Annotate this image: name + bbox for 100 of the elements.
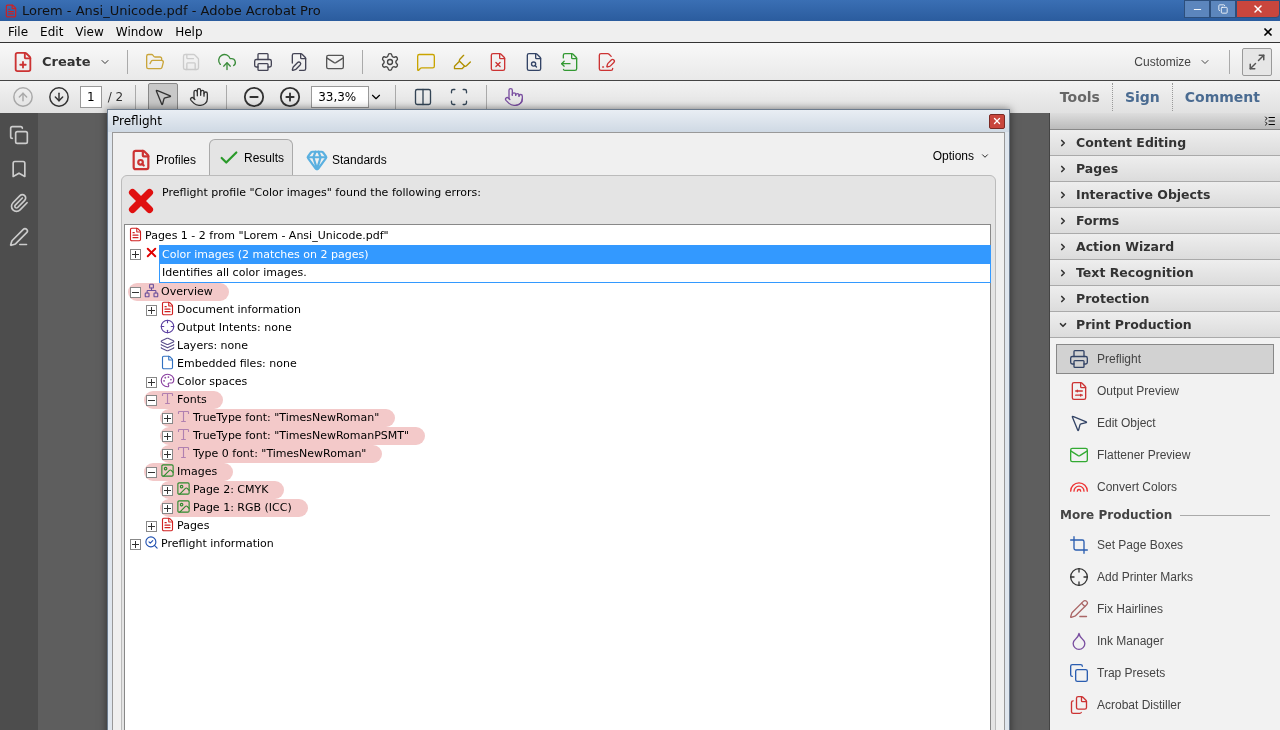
expand-toggle[interactable] [130, 539, 141, 550]
create-button[interactable]: Create [8, 48, 115, 75]
expand-toggle[interactable] [162, 503, 173, 514]
documents-icon [1069, 695, 1089, 715]
tree-item[interactable]: Overview [159, 283, 215, 301]
tree-item[interactable]: Color spaces [175, 373, 250, 391]
panel-menu-icon[interactable] [1264, 115, 1276, 127]
pane-tab[interactable]: Tools [1047, 83, 1112, 111]
tool-item[interactable]: Trap Presets [1056, 658, 1274, 688]
cursor-icon [1069, 413, 1089, 433]
expand-toggle[interactable] [162, 485, 173, 496]
menu-item[interactable]: Window [109, 24, 170, 39]
panel-section[interactable]: Print Production [1050, 312, 1280, 338]
tree-item[interactable]: Preflight information [159, 535, 276, 553]
document-icon [160, 301, 175, 316]
pane-tab[interactable]: Comment [1171, 83, 1272, 111]
settings-icon [379, 51, 400, 72]
close-icon [1252, 3, 1264, 15]
tool-item[interactable]: Output Preview [1056, 376, 1274, 406]
tool-item[interactable]: Edit Object [1056, 408, 1274, 438]
panel-section[interactable]: Content Editing [1050, 130, 1280, 156]
paperclip-icon [9, 193, 29, 213]
close-button[interactable] [1236, 0, 1280, 18]
tree-item[interactable]: Document information [175, 301, 303, 319]
tab[interactable]: Standards [297, 143, 396, 175]
menu-item[interactable]: Edit [34, 24, 70, 39]
pane-tab[interactable]: Sign [1111, 83, 1172, 111]
caret-icon [1058, 267, 1068, 278]
zoom-field[interactable]: 33,3% [311, 86, 370, 108]
tool-item[interactable]: Set Page Boxes [1056, 530, 1274, 560]
expand-toggle[interactable] [130, 249, 141, 260]
panel-section[interactable]: Pages [1050, 156, 1280, 182]
error-x-icon [144, 245, 159, 260]
close-icon[interactable] [1262, 25, 1274, 38]
panel-section[interactable]: Action Wizard [1050, 234, 1280, 260]
panel-section[interactable]: Protection [1050, 286, 1280, 312]
tool-item[interactable]: Preflight [1056, 344, 1274, 374]
document-arrow-icon [559, 51, 580, 72]
tool-item[interactable]: Flattener Preview [1056, 440, 1274, 470]
close-button[interactable] [989, 113, 1005, 129]
expand-toggle[interactable] [146, 521, 157, 532]
tool-item[interactable]: Convert Colors [1056, 472, 1274, 502]
tool-item[interactable]: Add Printer Marks [1056, 562, 1274, 592]
tree-item[interactable]: Images [175, 463, 220, 481]
crosshair-icon [1069, 567, 1089, 587]
document-plus-icon [12, 50, 34, 73]
options-button[interactable]: Options [926, 148, 996, 164]
image-icon [176, 499, 191, 514]
panel-section[interactable]: Forms [1050, 208, 1280, 234]
tree-item[interactable]: TrueType font: "TimesNewRoman" [191, 409, 382, 427]
envelope-icon [1069, 445, 1089, 465]
image-icon [176, 481, 191, 496]
caret-icon [1058, 215, 1068, 226]
overlapping-squares-icon [1069, 663, 1089, 683]
tool-button[interactable] [148, 83, 179, 111]
panel-section[interactable]: Interactive Objects [1050, 182, 1280, 208]
expand-button[interactable] [1242, 47, 1272, 76]
font-icon [176, 409, 191, 424]
restore-button[interactable] [1210, 0, 1236, 18]
expand-toggle[interactable] [162, 449, 173, 460]
tab[interactable]: Profiles [121, 143, 205, 175]
page-number-field[interactable]: 1 [80, 86, 102, 108]
collapse-toggle[interactable] [146, 395, 157, 406]
crop-icon [1069, 535, 1089, 555]
tree-item[interactable]: Type 0 font: "TimesNewRoman" [191, 445, 369, 463]
document-icon [160, 517, 175, 532]
tree-item[interactable]: Pages [175, 517, 212, 535]
menu-item[interactable]: File [2, 24, 35, 39]
tree-item[interactable]: TrueType font: "TimesNewRomanPSMT" [191, 427, 412, 445]
folder-icon [144, 51, 165, 72]
panel-section[interactable]: Text Recognition [1050, 260, 1280, 286]
collapse-toggle[interactable] [146, 467, 157, 478]
tree-item[interactable]: Output Intents: none [175, 319, 294, 337]
tab[interactable]: Results [209, 139, 294, 175]
group-heading: More Production [1060, 508, 1173, 522]
menu-item[interactable]: Help [169, 24, 209, 39]
tree-root[interactable]: Pages 1 - 2 from "Lorem - Ansi_Unicode.pdf" [143, 227, 391, 245]
expand-toggle[interactable] [146, 377, 157, 388]
tree-item[interactable]: Fonts [175, 391, 209, 409]
tree-item[interactable]: Page 2: CMYK [191, 481, 271, 499]
tool-item[interactable]: Ink Manager [1056, 626, 1274, 656]
tree-item[interactable]: Page 1: RGB (ICC) [191, 499, 294, 517]
customize-button[interactable]: Customize [1128, 53, 1217, 70]
collapse-toggle[interactable] [130, 287, 141, 298]
tool-item[interactable]: Fix Hairlines [1056, 594, 1274, 624]
cloud-upload-icon [216, 51, 237, 72]
cursor-icon [153, 87, 174, 107]
document-search-icon [130, 148, 152, 171]
tool-item[interactable]: Acrobat Distiller [1056, 690, 1274, 720]
error-message: Preflight profile "Color images" found the following errors: [162, 185, 481, 199]
expand-toggle[interactable] [146, 305, 157, 316]
expand-toggle[interactable] [162, 413, 173, 424]
expand-toggle[interactable] [162, 431, 173, 442]
fit-width-icon [413, 87, 434, 107]
pages-icon [9, 125, 29, 145]
zoom-out-icon [243, 86, 266, 108]
tree-item[interactable]: Layers: none [175, 337, 251, 355]
restore-icon [1218, 4, 1228, 14]
tree-item[interactable]: Embedded files: none [175, 355, 299, 373]
menu-item[interactable]: View [69, 24, 110, 39]
